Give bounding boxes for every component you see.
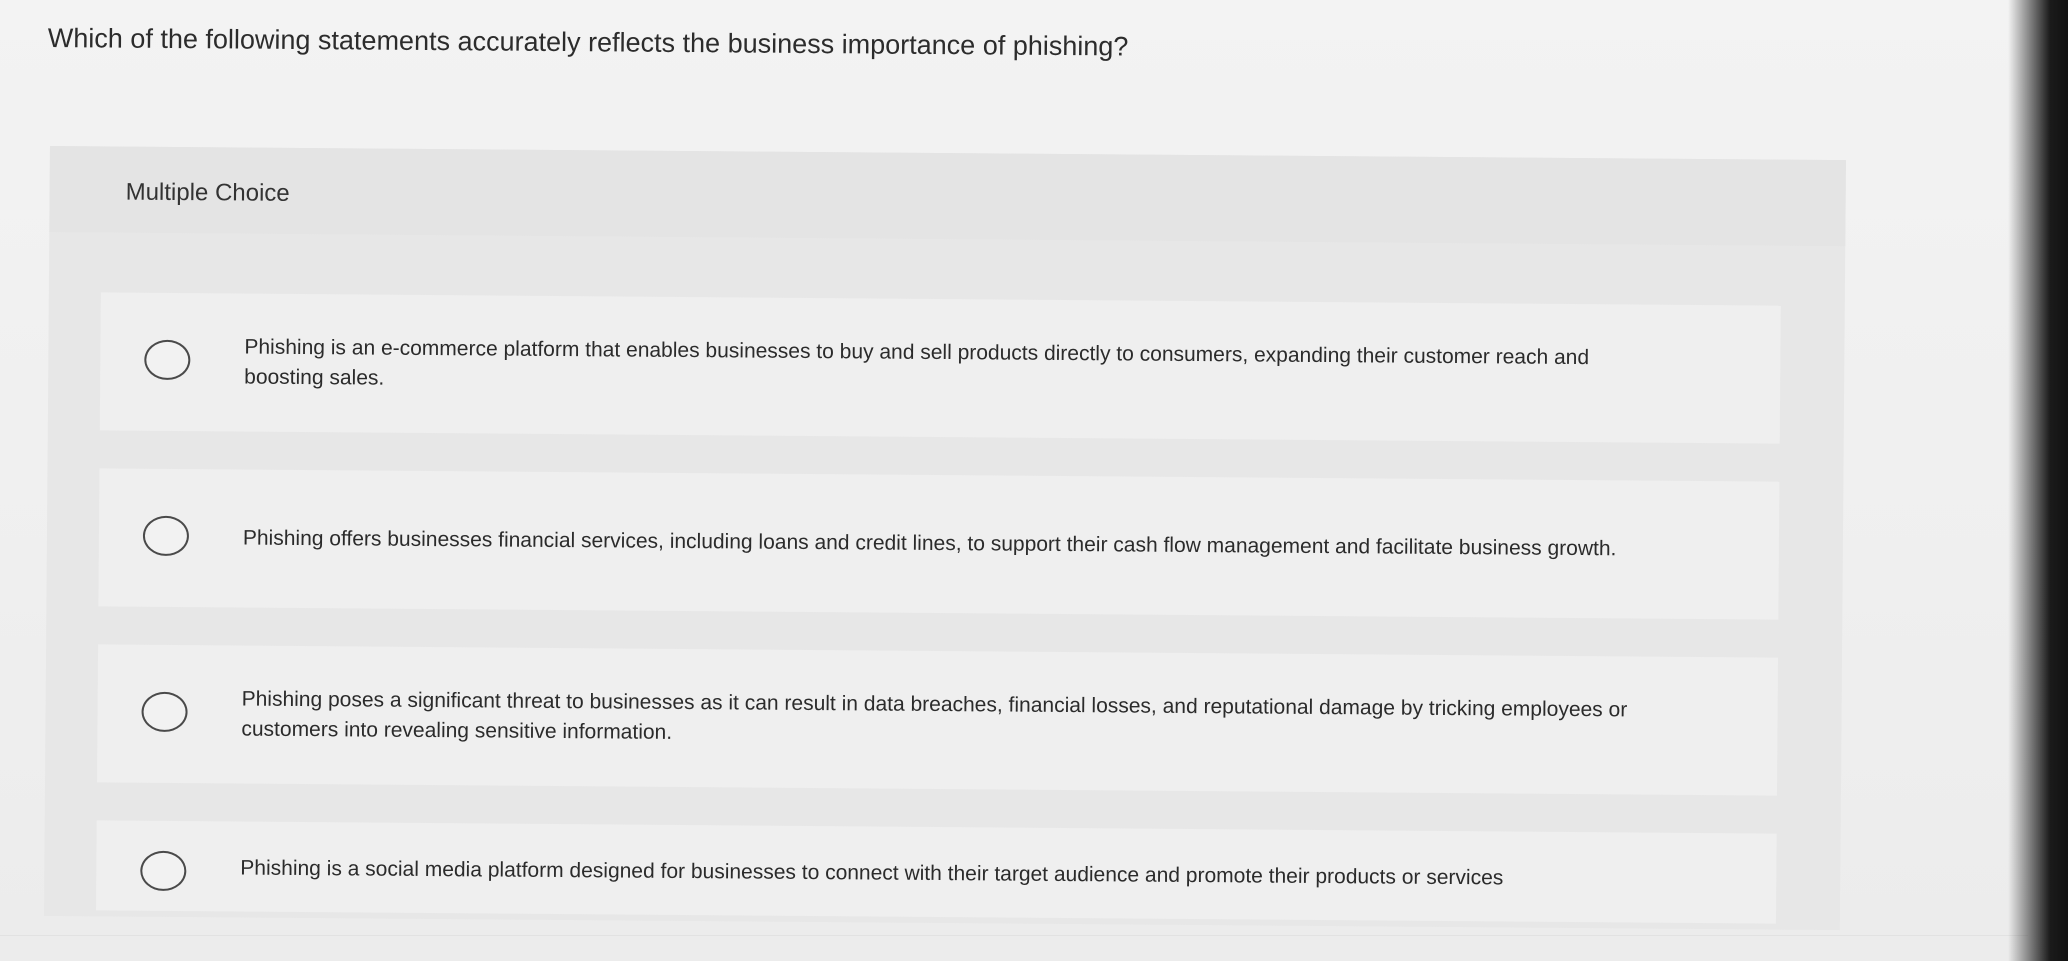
radio-button[interactable] xyxy=(141,691,188,733)
choice-option-2[interactable]: Phishing offers businesses financial ser… xyxy=(98,468,1780,620)
choice-label: Phishing poses a significant threat to b… xyxy=(241,687,1628,744)
choice-option-1[interactable]: Phishing is an e-commerce platform that … xyxy=(99,292,1781,444)
multiple-choice-panel: Multiple Choice Phishing is an e-commerc… xyxy=(43,146,1846,931)
question-text: Which of the following statements accura… xyxy=(47,22,1129,62)
radio-button[interactable] xyxy=(144,339,191,381)
choice-option-3[interactable]: Phishing poses a significant threat to b… xyxy=(97,644,1779,796)
choice-option-4[interactable]: Phishing is a social media platform desi… xyxy=(95,820,1777,924)
choice-label: Phishing is a social media platform desi… xyxy=(240,856,1504,890)
panel-title: Multiple Choice xyxy=(125,178,290,207)
choice-label: Phishing is an e-commerce platform that … xyxy=(244,335,1590,390)
choice-label: Phishing offers businesses financial ser… xyxy=(242,526,1617,561)
panel-header: Multiple Choice xyxy=(49,146,1846,247)
screen-edge xyxy=(2008,0,2068,961)
radio-button[interactable] xyxy=(140,850,187,892)
radio-button[interactable] xyxy=(142,515,190,557)
divider xyxy=(0,935,2028,936)
choice-list: Phishing is an e-commerce platform that … xyxy=(95,292,1781,924)
